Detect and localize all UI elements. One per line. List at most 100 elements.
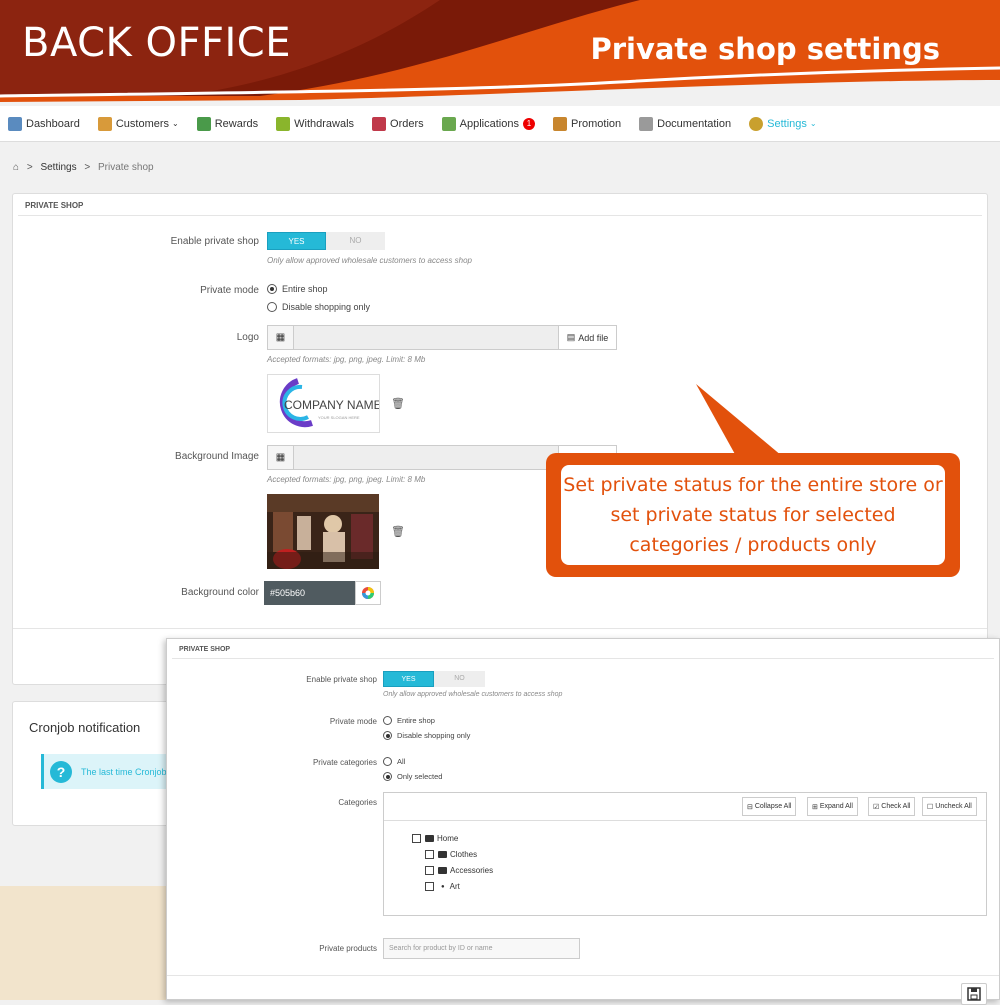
tree-item-art[interactable]: ● Art <box>425 882 460 891</box>
uncheck-all-label: Uncheck All <box>935 803 972 810</box>
collapse-all-button[interactable]: ⊟ Collapse All <box>742 797 797 816</box>
radio-entire-shop[interactable]: Entire shop <box>383 716 435 725</box>
nav-item-applications[interactable]: Applications 1 <box>441 116 535 131</box>
radio-icon <box>383 757 392 766</box>
private-shop-panel-expanded: PRIVATE SHOP Enable private shop YES NO … <box>166 638 1000 1005</box>
collapse-all-label: Collapse All <box>754 803 792 810</box>
breadcrumb-settings[interactable]: Settings <box>40 162 76 173</box>
radio-label: All <box>397 757 406 766</box>
add-file-button[interactable]: ▤ Add file <box>558 326 616 349</box>
toggle-no[interactable]: NO <box>434 671 485 687</box>
radio-only-selected[interactable]: Only selected <box>383 772 442 781</box>
toggle-yes[interactable]: YES <box>267 232 326 250</box>
folder-open-icon <box>425 835 434 842</box>
company-logo-image: COMPANY NAME YOUR SLOGAN HERE <box>279 378 382 428</box>
logo-accepted-formats: Accepted formats: jpg, png, jpeg. Limit:… <box>267 355 426 364</box>
collapse-icon: ⊟ <box>747 803 753 811</box>
nav-item-orders[interactable]: Orders <box>372 116 424 131</box>
settings-icon <box>749 116 764 131</box>
tree-item-label: Accessories <box>450 866 494 875</box>
file-icon: ▦ <box>268 446 294 469</box>
promotion-icon <box>552 116 567 131</box>
private-products-label: Private products <box>319 944 377 953</box>
nav-item-rewards[interactable]: Rewards <box>196 116 259 131</box>
panel-header: PRIVATE SHOP <box>172 639 994 659</box>
radio-icon <box>383 716 392 725</box>
checkbox[interactable] <box>412 834 421 843</box>
panel-divider <box>13 628 987 629</box>
radio-label: Only selected <box>397 772 443 781</box>
panel-divider <box>167 975 999 976</box>
expand-all-label: Expand All <box>819 803 853 810</box>
cronjob-title: Cronjob notification <box>29 720 141 735</box>
expand-icon: ⊞ <box>812 803 818 811</box>
toggle-no[interactable]: NO <box>326 232 385 250</box>
notification-badge: 1 <box>522 117 535 130</box>
file-name-field[interactable] <box>294 446 558 469</box>
nav-item-customers[interactable]: Customers ⌄ <box>97 116 179 131</box>
color-value-field[interactable]: #505b60 <box>264 581 355 605</box>
radio-label: Disable shopping only <box>282 302 371 312</box>
nav-item-settings[interactable]: Settings ⌄ <box>749 116 817 131</box>
radio-disable-shopping[interactable]: Disable shopping only <box>267 302 370 312</box>
uncheck-all-button[interactable]: ☐ Uncheck All <box>922 797 977 816</box>
delete-logo-icon[interactable]: 🗑 <box>391 397 405 410</box>
nav-item-dashboard[interactable]: Dashboard <box>8 116 80 131</box>
background-color-label: Background color <box>181 587 259 598</box>
checked-box-icon: ☑ <box>873 803 880 811</box>
folder-icon <box>438 851 447 858</box>
private-categories-label: Private categories <box>312 758 377 767</box>
panel-header: PRIVATE SHOP <box>18 194 982 216</box>
private-shop-panel: PRIVATE SHOP Enable private shop YES NO … <box>12 193 988 685</box>
expand-all-button[interactable]: ⊞ Expand All <box>807 797 858 816</box>
breadcrumb: ⌂ > Settings > Private shop <box>13 162 159 173</box>
product-search-input[interactable]: Search for product by ID or name <box>383 938 580 959</box>
radio-label: Entire shop <box>397 716 435 725</box>
background-color-picker[interactable]: #505b60 <box>264 581 381 605</box>
tree-item-label: Clothes <box>450 850 478 859</box>
radio-disable-shopping[interactable]: Disable shopping only <box>383 731 470 740</box>
save-icon[interactable] <box>961 983 987 1005</box>
callout-box: Set private status for the entire store … <box>546 453 960 577</box>
radio-icon <box>267 284 277 294</box>
enable-private-shop-label: Enable private shop <box>306 675 377 684</box>
checkbox[interactable] <box>425 882 434 891</box>
checkbox[interactable] <box>425 850 434 859</box>
delete-background-icon[interactable]: 🗑 <box>391 525 405 538</box>
radio-entire-shop[interactable]: Entire shop <box>267 284 328 294</box>
cart-icon <box>372 116 387 131</box>
file-name-field[interactable] <box>294 326 558 349</box>
tree-item-clothes[interactable]: Clothes <box>425 850 477 859</box>
radio-label: Entire shop <box>282 284 328 294</box>
enable-help-text: Only allow approved wholesale customers … <box>383 691 563 698</box>
categories-label: Categories <box>338 798 377 807</box>
radio-icon <box>267 302 277 312</box>
tree-item-label: Home <box>437 834 459 843</box>
check-all-button[interactable]: ☑ Check All <box>868 797 916 816</box>
tree-item-home[interactable]: Home <box>412 834 458 843</box>
enable-private-shop-toggle: YES NO <box>267 232 385 250</box>
logo-company-name: COMPANY NAME <box>284 398 379 412</box>
cronjob-panel: Cronjob notification ? The last time Cro… <box>12 701 173 826</box>
checkbox[interactable] <box>425 866 434 875</box>
question-icon: ? <box>50 760 72 783</box>
nav-item-withdrawals[interactable]: Withdrawals <box>276 116 354 131</box>
tree-item-accessories[interactable]: Accessories <box>425 866 493 875</box>
color-wheel-icon[interactable] <box>355 581 381 605</box>
nav-item-documentation[interactable]: Documentation <box>639 116 731 131</box>
enable-help-text: Only allow approved wholesale customers … <box>267 256 472 265</box>
enable-private-shop-toggle: YES NO <box>383 671 485 687</box>
breadcrumb-separator: > <box>84 162 91 173</box>
chevron-down-icon: ⌄ <box>172 119 179 128</box>
toggle-yes[interactable]: YES <box>383 671 434 687</box>
logo-tagline: YOUR SLOGAN HERE <box>318 415 360 420</box>
logo-file-input[interactable]: ▦ ▤ Add file <box>267 325 617 350</box>
home-icon[interactable]: ⌂ <box>13 162 19 173</box>
logo-thumbnail: COMPANY NAME YOUR SLOGAN HERE <box>267 374 382 433</box>
nav-item-promotion[interactable]: Promotion <box>552 116 621 131</box>
cronjob-info-text: The last time Cronjob <box>81 766 167 777</box>
private-mode-label: Private mode <box>329 717 377 726</box>
radio-all-categories[interactable]: All <box>383 757 405 766</box>
nav-item-label: Rewards <box>214 117 259 130</box>
radio-icon <box>383 772 392 781</box>
